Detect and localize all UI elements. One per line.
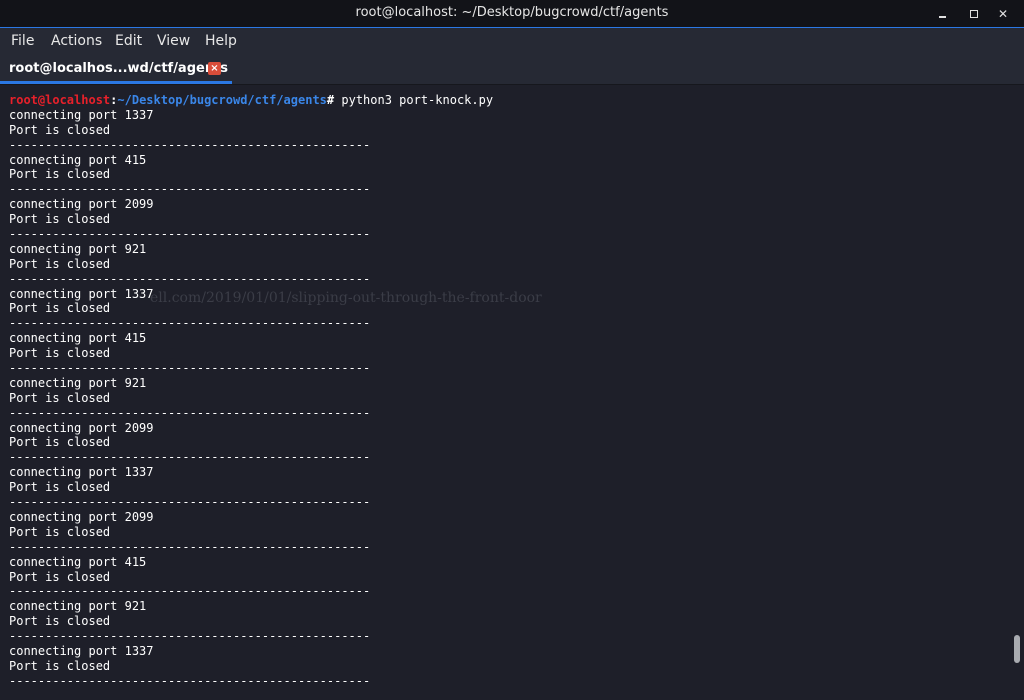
connect-line: connecting port 415 bbox=[9, 331, 147, 346]
status-line: Port is closed bbox=[9, 569, 111, 584]
separator-line: ----------------------------------------… bbox=[9, 673, 371, 688]
connect-line: connecting port 921 bbox=[9, 241, 147, 256]
status-line: Port is closed bbox=[9, 256, 111, 271]
separator-line: ----------------------------------------… bbox=[9, 137, 371, 152]
terminal-output[interactable]: ell.com/2019/01/01/slipping-out-through-… bbox=[0, 85, 1010, 700]
separator-line: ----------------------------------------… bbox=[9, 539, 371, 554]
separator-line: ----------------------------------------… bbox=[9, 629, 371, 644]
close-button[interactable]: ✕ bbox=[993, 4, 1013, 24]
separator-line: ----------------------------------------… bbox=[9, 316, 371, 331]
menu-actions[interactable]: Actions bbox=[51, 33, 102, 49]
close-icon: ✕ bbox=[997, 7, 1009, 21]
prompt-user-host: root@localhost bbox=[9, 93, 111, 107]
menu-file[interactable]: File bbox=[11, 33, 34, 49]
connect-line: connecting port 415 bbox=[9, 554, 147, 569]
prompt-line: root@localhost:~/Desktop/bugcrowd/ctf/ag… bbox=[9, 93, 493, 108]
connect-line: connecting port 921 bbox=[9, 375, 147, 390]
separator-line: ----------------------------------------… bbox=[9, 271, 371, 286]
scrollbar-thumb[interactable] bbox=[1014, 635, 1020, 663]
separator-line: ----------------------------------------… bbox=[9, 361, 371, 376]
status-line: Port is closed bbox=[9, 435, 111, 450]
status-line: Port is closed bbox=[9, 212, 111, 227]
status-line: Port is closed bbox=[9, 167, 111, 182]
status-line: Port is closed bbox=[9, 614, 111, 629]
window-title: root@localhost: ~/Desktop/bugcrowd/ctf/a… bbox=[355, 5, 669, 20]
scrollbar[interactable] bbox=[1010, 85, 1024, 700]
minimize-button[interactable] bbox=[933, 4, 953, 24]
status-line: Port is closed bbox=[9, 480, 111, 495]
menu-bar: File Actions Edit View Help bbox=[0, 28, 1024, 55]
connect-line: connecting port 921 bbox=[9, 599, 147, 614]
prompt-command: python3 port-knock.py bbox=[334, 93, 494, 107]
status-line: Port is closed bbox=[9, 122, 111, 137]
menu-view[interactable]: View bbox=[157, 33, 190, 49]
maximize-button[interactable] bbox=[964, 4, 984, 24]
connect-line: connecting port 2099 bbox=[9, 197, 154, 212]
prompt-path: ~/Desktop/bugcrowd/ctf/agents bbox=[117, 93, 327, 107]
menu-help[interactable]: Help bbox=[205, 33, 237, 49]
minimize-icon bbox=[939, 16, 946, 18]
tab-bar: root@localhos...wd/ctf/agents × bbox=[0, 55, 1024, 85]
title-bar[interactable]: root@localhost: ~/Desktop/bugcrowd/ctf/a… bbox=[0, 0, 1024, 28]
separator-line: ----------------------------------------… bbox=[9, 584, 371, 599]
connect-line: connecting port 1337 bbox=[9, 465, 154, 480]
output-lines: connecting port 1337 Port is closed ------… bbox=[9, 108, 493, 689]
tab-close-button[interactable]: × bbox=[208, 62, 221, 75]
connect-line: connecting port 1337 bbox=[9, 286, 154, 301]
tab-label: root@localhos...wd/ctf/agents bbox=[9, 61, 229, 76]
connect-line: connecting port 2099 bbox=[9, 509, 154, 524]
connect-line: connecting port 2099 bbox=[9, 420, 154, 435]
separator-line: ----------------------------------------… bbox=[9, 495, 371, 510]
terminal-window: root@localhost: ~/Desktop/bugcrowd/ctf/a… bbox=[0, 0, 1024, 700]
status-line: Port is closed bbox=[9, 301, 111, 316]
connect-line: connecting port 415 bbox=[9, 152, 147, 167]
tab-terminal[interactable]: root@localhos...wd/ctf/agents × bbox=[0, 55, 232, 84]
close-icon: × bbox=[210, 63, 219, 74]
connect-line: connecting port 1337 bbox=[9, 643, 154, 658]
separator-line: ----------------------------------------… bbox=[9, 182, 371, 197]
status-line: Port is closed bbox=[9, 658, 111, 673]
active-tab-indicator bbox=[0, 81, 232, 84]
maximize-icon bbox=[970, 10, 978, 18]
status-line: Port is closed bbox=[9, 524, 111, 539]
separator-line: ----------------------------------------… bbox=[9, 405, 371, 420]
status-line: Port is closed bbox=[9, 390, 111, 405]
separator-line: ----------------------------------------… bbox=[9, 227, 371, 242]
separator-line: ----------------------------------------… bbox=[9, 450, 371, 465]
status-line: Port is closed bbox=[9, 346, 111, 361]
terminal-text: root@localhost:~/Desktop/bugcrowd/ctf/ag… bbox=[9, 93, 493, 689]
menu-edit[interactable]: Edit bbox=[115, 33, 142, 49]
connect-line: connecting port 1337 bbox=[9, 107, 154, 122]
